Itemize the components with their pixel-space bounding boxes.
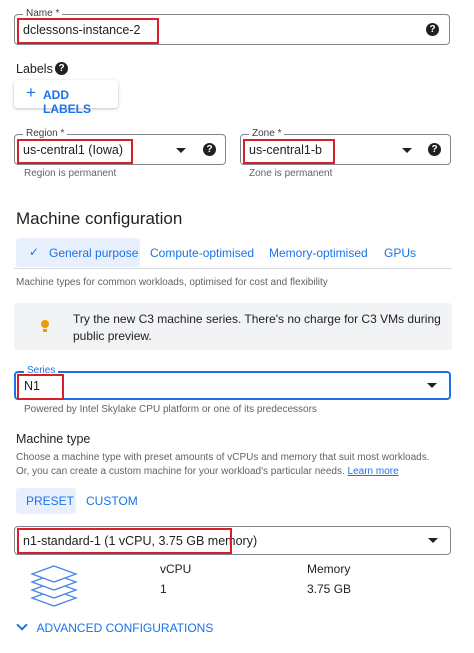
machine-config-title: Machine configuration bbox=[16, 209, 183, 228]
tab-compute-optimised[interactable]: Compute-optimised bbox=[150, 246, 254, 260]
highlight-series bbox=[17, 374, 64, 400]
preset-label: PRESET bbox=[26, 494, 75, 508]
machine-type-desc-1: Choose a machine type with preset amount… bbox=[16, 452, 430, 463]
vcpu-value: 1 bbox=[160, 582, 167, 596]
machine-layers-icon bbox=[30, 565, 78, 607]
highlight-name bbox=[17, 18, 159, 44]
chevron-down-icon[interactable] bbox=[402, 148, 412, 153]
advanced-label: ADVANCED CONFIGURATIONS bbox=[36, 621, 214, 635]
learn-more-link[interactable]: Learn more bbox=[348, 466, 399, 477]
c3-notice: Try the new C3 machine series. There's n… bbox=[14, 303, 452, 350]
notice-line2: public preview. bbox=[73, 329, 152, 343]
add-labels-label: ADD LABELS bbox=[43, 88, 91, 116]
check-icon: ✓ bbox=[29, 245, 40, 259]
help-icon[interactable]: ? bbox=[426, 23, 439, 36]
zone-help-icon[interactable]: ? bbox=[428, 143, 441, 156]
chevron-down-icon bbox=[16, 619, 28, 631]
machine-type-title: Machine type bbox=[16, 432, 91, 446]
tab-general-purpose-label: General purpose bbox=[49, 246, 139, 260]
custom-button[interactable]: CUSTOM bbox=[86, 494, 138, 508]
add-labels-button[interactable]: + ADD LABELS bbox=[14, 80, 118, 116]
chevron-down-icon[interactable] bbox=[427, 383, 437, 388]
lightbulb-base bbox=[43, 329, 47, 332]
plus-icon: + bbox=[26, 83, 36, 102]
highlight-machine-type bbox=[17, 528, 232, 554]
machine-type-desc-2-text: Or, you can create a custom machine for … bbox=[16, 466, 345, 477]
chevron-down-icon[interactable] bbox=[428, 538, 438, 543]
region-hint: Region is permanent bbox=[24, 168, 117, 179]
notice-line1: Try the new C3 machine series. There's n… bbox=[73, 312, 441, 326]
series-select[interactable]: Series N1 bbox=[14, 364, 451, 400]
series-hint: Powered by Intel Skylake CPU platform or… bbox=[24, 404, 317, 415]
tab-gpus[interactable]: GPUs bbox=[384, 246, 416, 260]
highlight-region bbox=[17, 139, 133, 164]
lightbulb-icon bbox=[41, 320, 49, 328]
memory-value: 3.75 GB bbox=[307, 582, 352, 596]
advanced-configurations-toggle[interactable]: ADVANCED CONFIGURATIONS bbox=[16, 619, 213, 637]
tab-general-purpose[interactable]: ✓ General purpose bbox=[16, 238, 140, 267]
labels-help-icon[interactable]: ? bbox=[55, 62, 68, 75]
vcpu-label: vCPU bbox=[160, 562, 192, 576]
labels-title: Labels bbox=[16, 62, 53, 76]
preset-button[interactable]: PRESET bbox=[16, 488, 76, 514]
zone-hint: Zone is permanent bbox=[249, 168, 333, 179]
tab-description: Machine types for common workloads, opti… bbox=[16, 277, 328, 288]
tabs-divider bbox=[14, 268, 452, 269]
region-help-icon[interactable]: ? bbox=[203, 143, 216, 156]
memory-label: Memory bbox=[307, 562, 351, 576]
tab-memory-optimised[interactable]: Memory-optimised bbox=[269, 246, 368, 260]
highlight-zone bbox=[243, 139, 335, 164]
machine-type-desc-2: Or, you can create a custom machine for … bbox=[16, 466, 399, 477]
chevron-down-icon[interactable] bbox=[176, 148, 186, 153]
